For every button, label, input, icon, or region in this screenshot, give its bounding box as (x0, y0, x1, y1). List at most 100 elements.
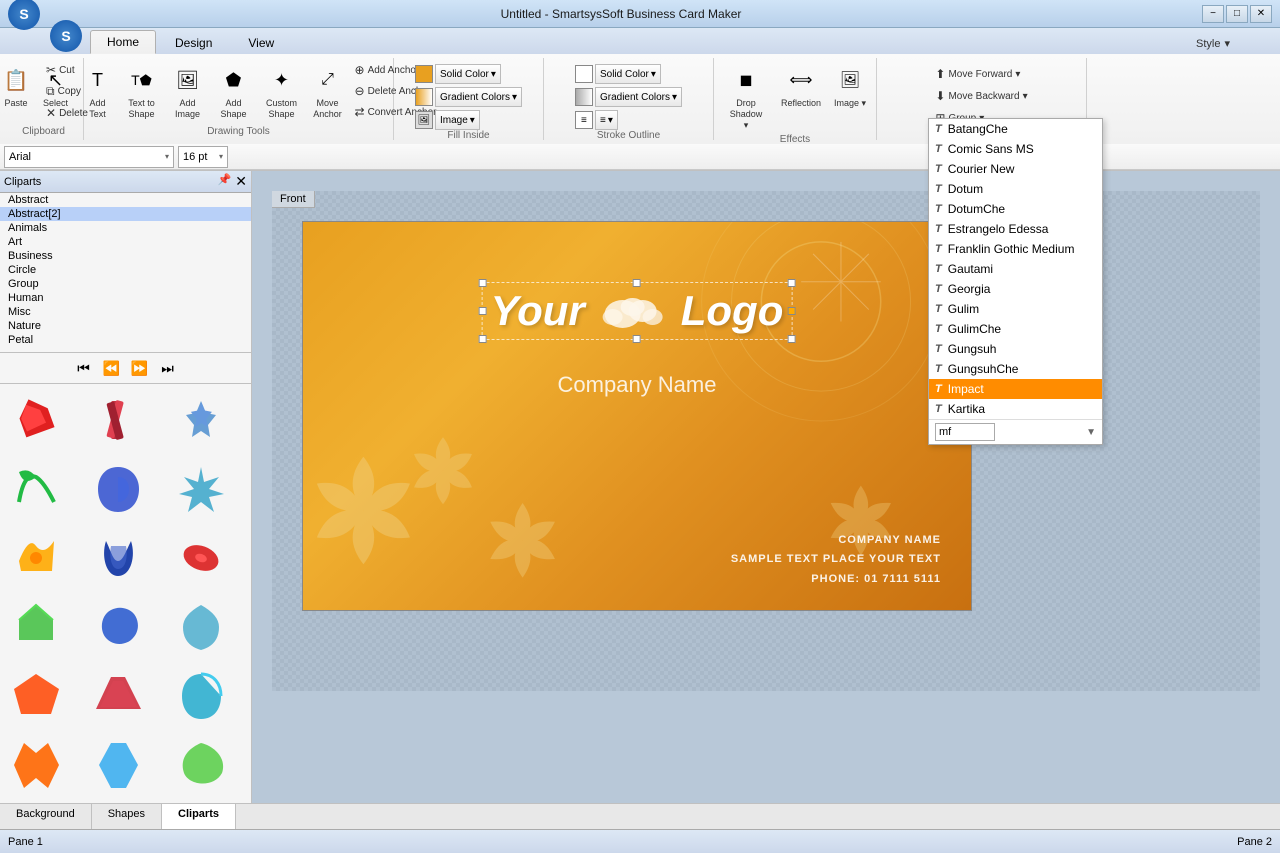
clipart-item[interactable] (169, 664, 234, 729)
add-text-icon: T (82, 64, 114, 96)
clipart-item[interactable] (86, 457, 151, 522)
font-list-item[interactable]: TCourier New (929, 159, 1102, 179)
font-list-item[interactable]: TKartika (929, 399, 1102, 419)
text-to-shape-button[interactable]: T⬟ Text to Shape (120, 60, 164, 124)
fill-solid-button[interactable]: Solid Color ▾ (435, 64, 501, 84)
custom-shape-button[interactable]: ✦ Custom Shape (258, 60, 306, 124)
font-list[interactable]: TBatangCheTComic Sans MSTCourier NewTDot… (929, 119, 1102, 419)
clipart-item[interactable] (169, 802, 234, 803)
add-shape-button[interactable]: ⬟ Add Shape (212, 60, 256, 124)
font-search-input[interactable] (935, 423, 995, 441)
effects-image-button[interactable]: 🖼 Image ▾ (830, 60, 870, 113)
category-list[interactable]: AbstractAbstract[2]AnimalsArtBusinessCir… (0, 193, 251, 353)
handle-br[interactable] (787, 335, 795, 343)
clipart-item[interactable] (169, 457, 234, 522)
category-item[interactable]: Abstract (0, 193, 251, 207)
company-name-text[interactable]: Company Name (558, 372, 717, 398)
reflection-button[interactable]: ⟺ Reflection (775, 60, 827, 113)
move-anchor-button[interactable]: ⤢ Move Anchor (308, 60, 348, 124)
handle-tc[interactable] (633, 279, 641, 287)
font-list-item[interactable]: TFranklin Gothic Medium (929, 239, 1102, 259)
paste-button[interactable]: 📋 Paste (0, 60, 38, 113)
fill-gradient-button[interactable]: Gradient Colors ▾ (435, 87, 522, 107)
font-list-item[interactable]: TBatangChe (929, 119, 1102, 139)
category-item[interactable]: Nature (0, 319, 251, 333)
handle-bc[interactable] (633, 335, 641, 343)
logo-container[interactable]: Your Logo (482, 282, 793, 340)
media-prev-button[interactable]: ⏪ (100, 356, 124, 380)
category-item[interactable]: Group (0, 277, 251, 291)
font-list-item[interactable]: TComic Sans MS (929, 139, 1102, 159)
clipart-item[interactable] (86, 802, 151, 803)
tab-shapes[interactable]: Shapes (92, 804, 162, 829)
font-name-dropdown[interactable]: Arial ▾ (4, 146, 174, 168)
maximize-button[interactable]: □ (1226, 5, 1248, 23)
clipart-item[interactable] (4, 802, 69, 803)
tab-home[interactable]: Home (90, 30, 156, 54)
clipart-item[interactable] (169, 388, 234, 453)
clipart-item[interactable] (169, 595, 234, 660)
font-list-item[interactable]: TEstrangelo Edessa (929, 219, 1102, 239)
font-list-item[interactable]: TGeorgia (929, 279, 1102, 299)
panel-pin-icon[interactable]: 📌 (218, 173, 232, 190)
media-last-button[interactable]: ⏭ (156, 356, 180, 380)
clipart-item[interactable] (4, 595, 69, 660)
font-list-item[interactable]: TGulimChe (929, 319, 1102, 339)
handle-bl[interactable] (479, 335, 487, 343)
add-image-button[interactable]: 🖼 Add Image (166, 60, 210, 124)
stroke-solid-button[interactable]: Solid Color ▾ (595, 64, 661, 84)
font-list-item[interactable]: TGautami (929, 259, 1102, 279)
category-item[interactable]: Animals (0, 221, 251, 235)
clipart-item[interactable] (4, 664, 69, 729)
category-item[interactable]: Misc (0, 305, 251, 319)
canvas-area: Front (252, 171, 1280, 803)
drop-shadow-button[interactable]: ◼ Drop Shadow ▾ (720, 60, 772, 134)
font-list-item[interactable]: TDotumChe (929, 199, 1102, 219)
clipart-item[interactable] (86, 595, 151, 660)
clipart-item[interactable] (4, 457, 69, 522)
tab-view[interactable]: View (231, 31, 291, 54)
font-list-item[interactable]: TImpact (929, 379, 1102, 399)
card-canvas[interactable]: Your Logo (302, 221, 972, 611)
clipart-item[interactable] (86, 526, 151, 591)
font-size-box[interactable]: 16 pt ▾ (178, 146, 228, 168)
handle-mr[interactable] (787, 307, 795, 315)
clipart-item[interactable] (169, 733, 234, 798)
move-backward-button[interactable]: ⬇ Move Backward ▾ (930, 86, 1032, 106)
media-next-button[interactable]: ⏩ (128, 356, 152, 380)
clipart-item[interactable] (4, 526, 69, 591)
fill-image-button[interactable]: Image ▾ (435, 110, 480, 130)
category-item[interactable]: Art (0, 235, 251, 249)
handle-tr[interactable] (787, 279, 795, 287)
media-first-button[interactable]: ⏮ (72, 356, 96, 380)
font-list-item[interactable]: TGulim (929, 299, 1102, 319)
clipart-item[interactable] (86, 733, 151, 798)
font-list-item[interactable]: TDotum (929, 179, 1102, 199)
stroke-line-button[interactable]: ≡ ▾ (595, 110, 618, 130)
category-item[interactable]: Human (0, 291, 251, 305)
category-item[interactable]: Petal (0, 333, 251, 347)
add-text-button[interactable]: T Add Text (78, 60, 118, 124)
font-list-item[interactable]: TGungsuh (929, 339, 1102, 359)
handle-tl[interactable] (479, 279, 487, 287)
close-button[interactable]: ✕ (1250, 5, 1272, 23)
dropdown-scroll-down-button[interactable]: ▼ (1086, 427, 1096, 438)
tab-background[interactable]: Background (0, 804, 92, 829)
category-item[interactable]: Circle (0, 263, 251, 277)
clipart-item[interactable] (169, 526, 234, 591)
clipart-item[interactable] (86, 664, 151, 729)
move-forward-button[interactable]: ⬆ Move Forward ▾ (930, 64, 1032, 84)
select-button[interactable]: ↖ Select (36, 60, 76, 113)
panel-close-icon[interactable]: ✕ (235, 173, 247, 190)
category-item[interactable]: Business (0, 249, 251, 263)
font-list-item[interactable]: TGungsuhChe (929, 359, 1102, 379)
handle-ml[interactable] (479, 307, 487, 315)
tab-cliparts[interactable]: Cliparts (162, 804, 236, 829)
clipart-item[interactable] (86, 388, 151, 453)
minimize-button[interactable]: − (1202, 5, 1224, 23)
tab-design[interactable]: Design (158, 31, 229, 54)
clipart-item[interactable] (4, 733, 69, 798)
clipart-item[interactable] (4, 388, 69, 453)
category-item[interactable]: Abstract[2] (0, 207, 251, 221)
stroke-gradient-button[interactable]: Gradient Colors ▾ (595, 87, 682, 107)
